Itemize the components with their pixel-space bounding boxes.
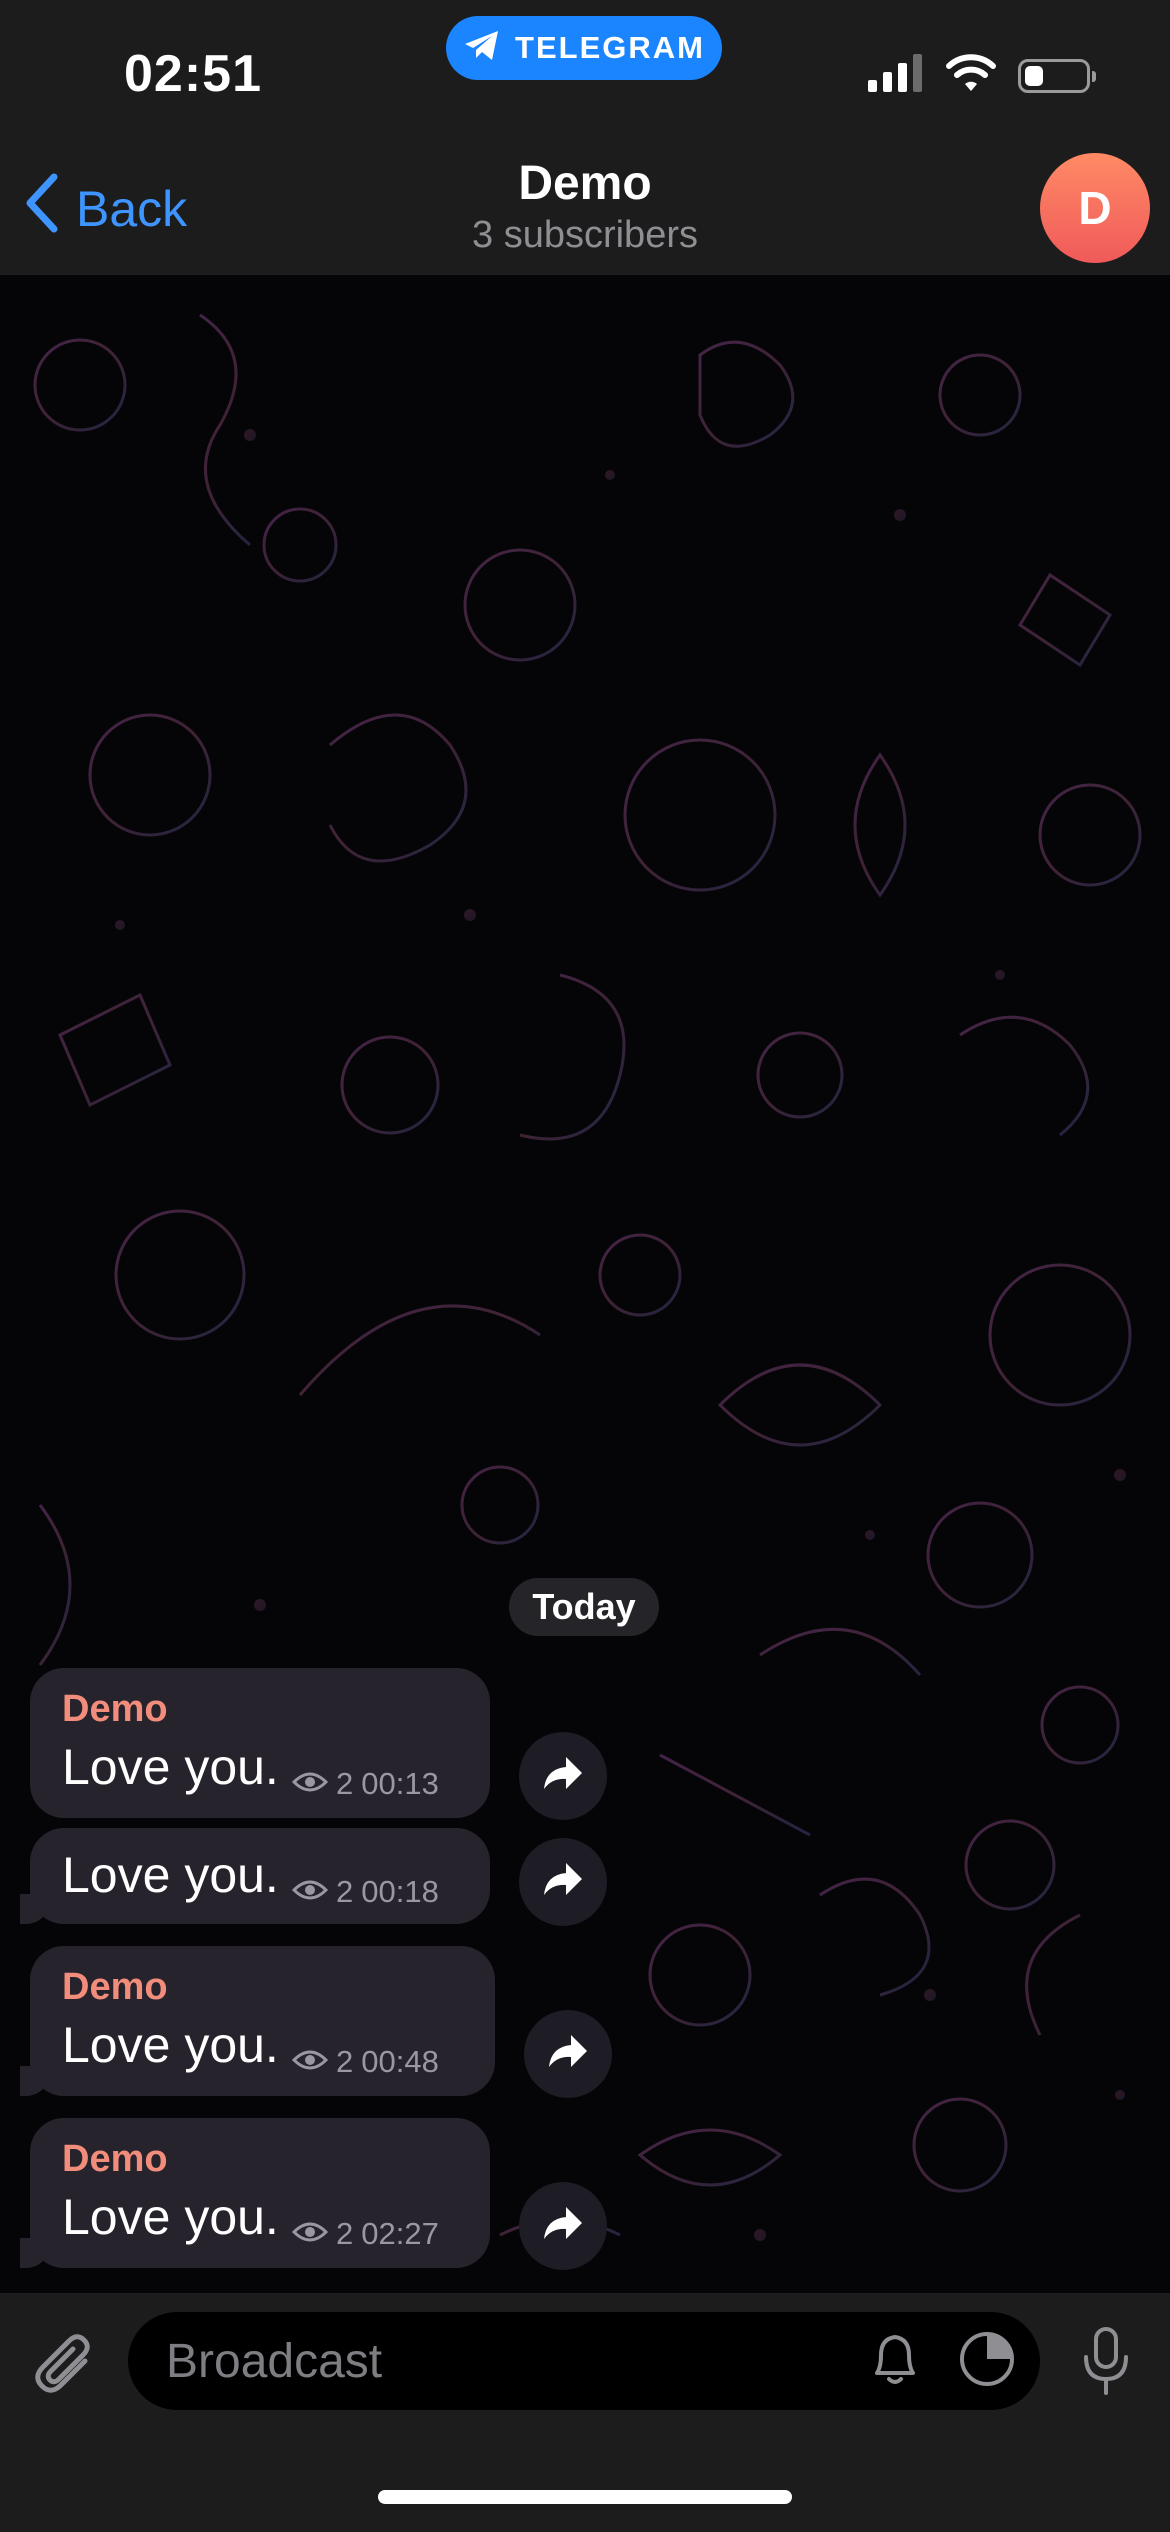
message-sender: Demo [62, 2138, 168, 2180]
share-button[interactable] [519, 1838, 607, 1926]
share-button[interactable] [519, 1732, 607, 1820]
share-arrow-icon [547, 2033, 589, 2076]
bell-icon [867, 2329, 923, 2394]
message-text: Love you. [62, 2017, 279, 2073]
message-sender: Demo [62, 1966, 168, 2008]
date-separator-label: Today [532, 1586, 636, 1627]
broadcast-placeholder: Broadcast [166, 2334, 383, 2388]
message-views: 2 [336, 2216, 354, 2251]
message-meta: 2 00:18 [291, 1874, 439, 1910]
message-views: 2 [336, 2044, 354, 2079]
eye-icon [291, 1766, 329, 1802]
message-meta: 2 00:13 [291, 1766, 439, 1802]
message-text: Love you. [62, 1847, 279, 1903]
avatar[interactable]: D [1040, 153, 1150, 263]
date-separator: Today [509, 1578, 659, 1636]
message-sender: Demo [62, 1688, 168, 1730]
microphone-icon [1078, 2325, 1134, 2402]
chat-title[interactable]: Demo [0, 156, 1170, 211]
message-meta: 2 02:27 [291, 2216, 439, 2252]
share-arrow-icon [542, 1861, 584, 1904]
message-bubble[interactable]: Demo Love you. 2 00:13 [30, 1668, 490, 1818]
message-bubble[interactable]: Demo Love you. 2 02:27 [20, 2118, 490, 2268]
eye-icon [291, 2216, 329, 2252]
paperclip-icon [33, 2333, 99, 2404]
silent-broadcast-button[interactable] [864, 2330, 926, 2392]
telegram-pill-label: TELEGRAM [515, 30, 705, 65]
timer-icon [957, 2329, 1017, 2394]
message-time: 00:18 [361, 1874, 439, 1909]
eye-icon [291, 1874, 329, 1910]
home-indicator[interactable] [378, 2490, 792, 2504]
status-time: 02:51 [124, 45, 262, 103]
telegram-channel-screen: 02:51 TELEGRAM Back Demo 3 subscribers D… [0, 0, 1170, 2532]
message-time: 02:27 [361, 2216, 439, 2251]
chat-subtitle: 3 subscribers [472, 214, 698, 256]
message-text: Love you. [62, 2189, 279, 2245]
battery-icon [1018, 58, 1096, 93]
message-time: 00:48 [361, 2044, 439, 2079]
voice-record-button[interactable] [1068, 2325, 1144, 2401]
telegram-plane-icon [463, 29, 501, 68]
telegram-pill[interactable]: TELEGRAM [446, 16, 722, 80]
share-arrow-icon [542, 1755, 584, 1798]
share-arrow-icon [542, 2205, 584, 2248]
message-bubble[interactable]: Love you. 2 00:18 [20, 1828, 490, 1924]
schedule-button[interactable] [956, 2330, 1018, 2392]
share-button[interactable] [519, 2182, 607, 2270]
avatar-initial: D [1078, 182, 1112, 234]
message-views: 2 [336, 1766, 354, 1801]
message-views: 2 [336, 1874, 354, 1909]
wifi-icon [946, 54, 996, 97]
message-text: Love you. [62, 1739, 279, 1795]
message-time: 00:13 [361, 1766, 439, 1801]
signal-icon [868, 54, 924, 97]
message-meta: 2 00:48 [291, 2044, 439, 2080]
share-button[interactable] [524, 2010, 612, 2098]
eye-icon [291, 2044, 329, 2080]
attach-button[interactable] [28, 2330, 104, 2406]
message-bubble[interactable]: Demo Love you. 2 00:48 [20, 1946, 495, 2096]
status-icons [868, 54, 1096, 97]
